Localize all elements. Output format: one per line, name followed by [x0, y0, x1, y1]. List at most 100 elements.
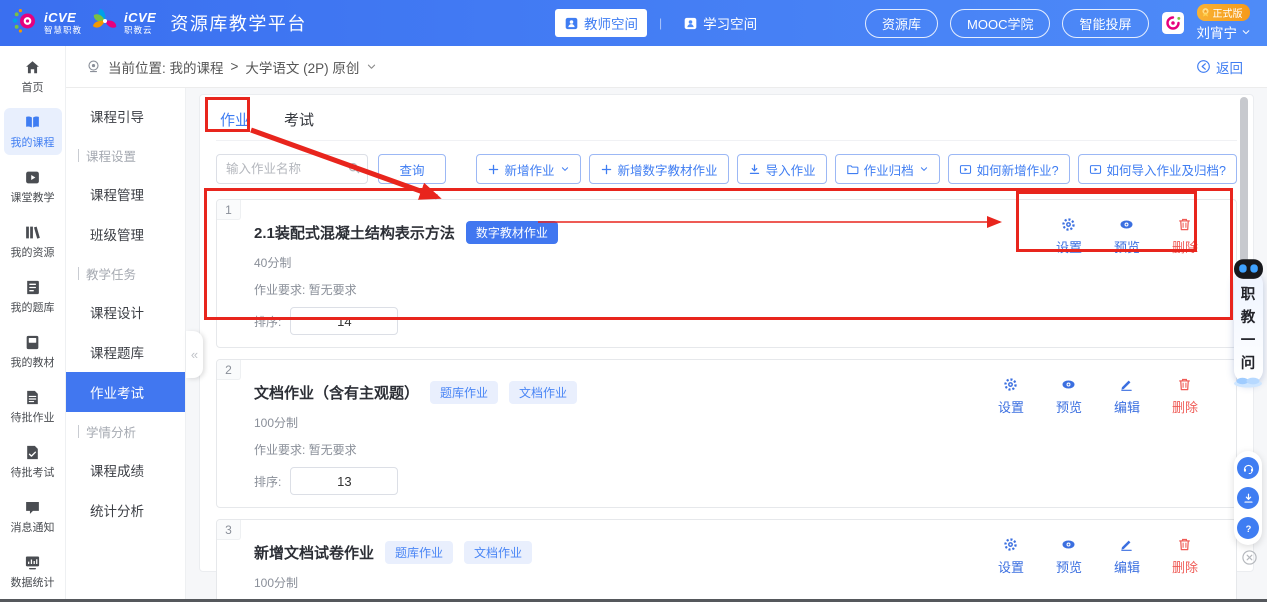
toolbar-button-0[interactable]: 新增作业	[475, 154, 581, 184]
icve-app-icon[interactable]	[1161, 12, 1184, 34]
edit-action[interactable]: 编辑	[1114, 377, 1140, 416]
rail-item-question-bank[interactable]: 我的题库	[4, 273, 62, 320]
assignment-tag: 数字教材作业	[465, 221, 558, 244]
icve-zhijiaoyun-logo: iCVE 职教云	[90, 6, 156, 41]
search-input[interactable]	[216, 154, 368, 184]
submenu-item-5[interactable]: 课程设计	[66, 292, 185, 332]
submenu-item-0[interactable]: 课程引导	[66, 96, 185, 136]
assistant-vertical-label[interactable]: 职教一问	[1233, 270, 1263, 384]
learning-space-button[interactable]: 学习空间	[674, 9, 766, 37]
toolbar-button-5[interactable]: 如何导入作业及归档?	[1077, 154, 1237, 184]
breadcrumb-current[interactable]: 大学语文 (2P) 原创	[245, 57, 359, 77]
user-menu[interactable]: 刘宵宁	[1197, 22, 1252, 42]
trash-icon	[1177, 217, 1192, 232]
action-label: 删除	[1171, 560, 1198, 575]
logo2-title: iCVE	[124, 10, 157, 26]
sort-label: 排序:	[254, 474, 282, 489]
folder-icon	[846, 163, 859, 176]
header-pill-0[interactable]: 资源库	[865, 8, 939, 38]
submenu-item-7[interactable]: 作业考试	[66, 372, 185, 412]
rail-item-label: 我的资源	[10, 247, 55, 259]
settings-action[interactable]: 设置	[998, 537, 1024, 576]
rail-item-statistics[interactable]: 数据统计	[4, 548, 62, 595]
cloud-icon	[1233, 375, 1263, 388]
action-label: 编辑	[1113, 560, 1140, 575]
icve-peacock-icon	[10, 6, 40, 41]
teacher-space-label: 教师空间	[584, 17, 638, 32]
back-arrow-icon	[1196, 59, 1211, 74]
logo1-title: iCVE	[44, 10, 77, 26]
icve-zhihuizhijiao-logo: iCVE 智慧职教	[10, 6, 82, 41]
submenu-item-10[interactable]: 统计分析	[66, 490, 185, 530]
submenu-label: 作业考试	[90, 386, 144, 401]
trash-icon	[1177, 537, 1192, 552]
rail-item-pending-exam[interactable]: 待批考试	[4, 438, 62, 485]
submenu-label: 课程设计	[90, 306, 144, 321]
back-button[interactable]: 返回	[1196, 57, 1243, 77]
breadcrumb-caret-down-icon[interactable]	[366, 61, 377, 72]
submenu-label: 课程引导	[90, 110, 144, 125]
action-label: 预览	[1113, 240, 1140, 255]
preview-action[interactable]: 预览	[1056, 537, 1082, 576]
delete-action[interactable]: 删除	[1172, 377, 1198, 416]
rail-item-resources[interactable]: 我的资源	[4, 218, 62, 265]
sort-label: 排序:	[254, 314, 282, 329]
sort-order-input[interactable]	[290, 307, 399, 335]
rail-item-classroom[interactable]: 课堂教学	[4, 163, 62, 210]
help-fab[interactable]: ?	[1237, 517, 1259, 539]
toolbar-button-1[interactable]: 新增数字教材作业	[588, 154, 729, 184]
action-label: 编辑	[1113, 400, 1140, 415]
assignment-actions: 设置 预览 删除	[1056, 217, 1198, 256]
teacher-space-button[interactable]: 教师空间	[555, 9, 647, 37]
submenu-label: 统计分析	[90, 504, 144, 519]
panel-scrollbar-thumb[interactable]	[1240, 97, 1248, 263]
space-separator: |	[659, 16, 663, 30]
tab-exam[interactable]: 考试	[284, 109, 314, 130]
preview-action[interactable]: 预览	[1114, 217, 1140, 256]
classroom-icon	[24, 169, 41, 186]
learning-space-label: 学习空间	[703, 17, 758, 32]
toolbar-button-4[interactable]: 如何新增作业?	[947, 154, 1070, 184]
main-content: 作业 考试 查询 新增作业新增数字教材作业导入作业作业归档如何	[186, 88, 1267, 602]
edit-action[interactable]: 编辑	[1114, 537, 1140, 576]
assignment-sort-row: 排序:	[254, 307, 1222, 335]
submenu-item-6[interactable]: 课程题库	[66, 332, 185, 372]
delete-action[interactable]: 删除	[1172, 537, 1198, 576]
tab-homework[interactable]: 作业	[220, 109, 250, 130]
delete-action[interactable]: 删除	[1172, 217, 1198, 256]
assignment-index: 3	[217, 520, 241, 540]
customer-service-fab[interactable]	[1237, 457, 1259, 479]
preview-action[interactable]: 预览	[1056, 377, 1082, 416]
breadcrumb-prefix[interactable]: 当前位置: 我的课程	[108, 57, 224, 77]
header-pill-2[interactable]: 智能投屏	[1062, 8, 1149, 38]
platform-title: 资源库教学平台	[170, 14, 307, 34]
header-pill-1[interactable]: MOOC学院	[950, 8, 1051, 38]
submenu-item-9[interactable]: 课程成绩	[66, 450, 185, 490]
zhijiao-assistant-widget[interactable]: 职教一问	[1232, 255, 1264, 388]
query-button[interactable]: 查询	[378, 154, 446, 184]
assignment-sort-row: 排序:	[254, 467, 1222, 495]
action-label: 预览	[1055, 400, 1082, 415]
rail-item-courses[interactable]: 我的课程	[3, 108, 62, 155]
question-bank-icon	[24, 279, 41, 296]
submenu-item-3[interactable]: 班级管理	[66, 214, 185, 254]
rail-item-pending-homework[interactable]: 待批作业	[4, 383, 62, 430]
rail-item-home[interactable]: 首页	[4, 53, 62, 100]
trash-icon	[1177, 377, 1192, 392]
submenu-item-2[interactable]: 课程管理	[66, 174, 185, 214]
settings-action[interactable]: 设置	[1056, 217, 1082, 256]
settings-action[interactable]: 设置	[998, 377, 1024, 416]
sort-order-input[interactable]	[290, 467, 399, 495]
pending-exam-icon	[24, 444, 41, 461]
header-right: 资源库 MOOC学院 智能投屏 正式版 刘宵宁	[865, 4, 1251, 42]
gear-icon	[1003, 537, 1018, 552]
toolbar-button-3[interactable]: 作业归档	[834, 154, 940, 184]
submenu-label: 教学任务	[86, 267, 137, 282]
rail-item-label: 消息通知	[10, 522, 55, 534]
rail-item-textbook[interactable]: 我的教材	[4, 328, 62, 375]
toolbar-button-2[interactable]: 导入作业	[736, 154, 827, 184]
download-fab[interactable]	[1237, 487, 1259, 509]
rail-item-message[interactable]: 消息通知	[4, 493, 62, 540]
close-floating-icon[interactable]	[1241, 549, 1258, 566]
collapse-sidebar-handle[interactable]: «	[186, 331, 203, 378]
